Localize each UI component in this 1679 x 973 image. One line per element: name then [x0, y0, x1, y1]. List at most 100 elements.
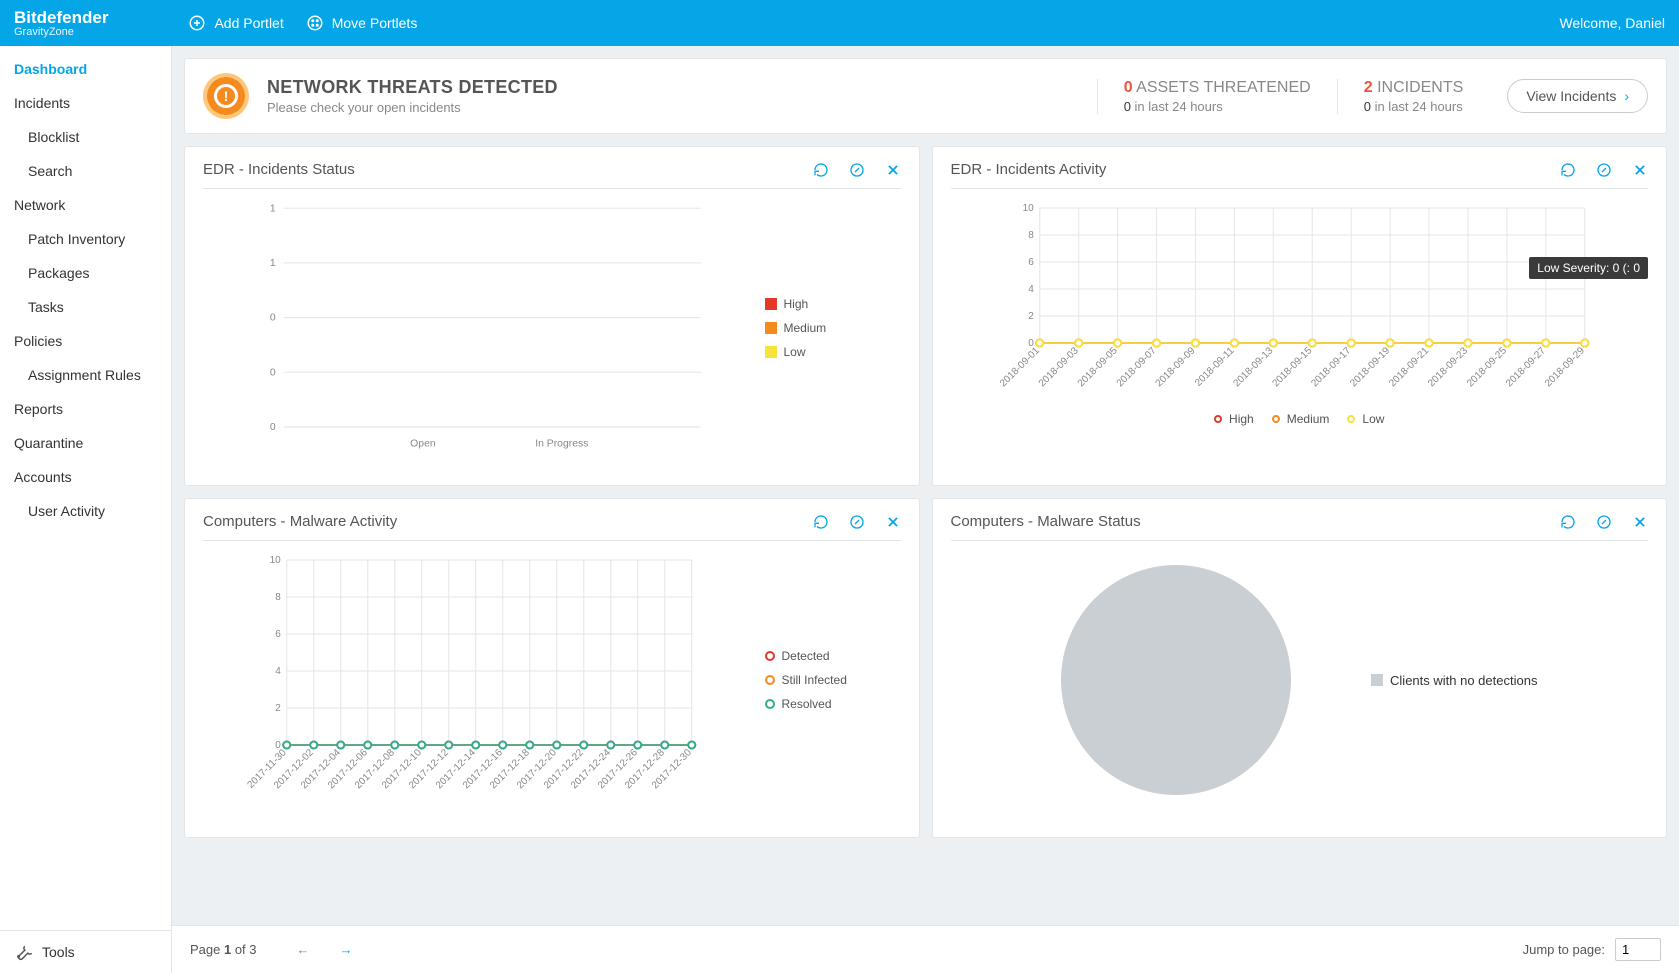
sidebar-item-patch-inventory[interactable]: Patch Inventory	[0, 222, 171, 256]
sidebar-item-packages[interactable]: Packages	[0, 256, 171, 290]
svg-text:2018-09-11: 2018-09-11	[1193, 345, 1237, 389]
legend-item: Medium	[765, 321, 901, 335]
legend-swatch	[765, 346, 777, 358]
welcome-text[interactable]: Welcome, Daniel	[1559, 15, 1665, 31]
svg-text:6: 6	[1028, 257, 1034, 268]
sidebar-item-tasks[interactable]: Tasks	[0, 290, 171, 324]
close-icon	[886, 515, 900, 529]
close-button[interactable]	[1632, 514, 1648, 530]
close-button[interactable]	[885, 162, 901, 178]
jump-input[interactable]	[1615, 938, 1661, 961]
legend-item: High	[765, 297, 901, 311]
svg-text:2018-09-25: 2018-09-25	[1465, 345, 1509, 389]
legend-swatch	[1347, 415, 1355, 423]
legend-label: Resolved	[782, 697, 832, 711]
legend-item: Medium	[1272, 412, 1330, 426]
close-button[interactable]	[885, 514, 901, 530]
edit-button[interactable]	[1596, 162, 1612, 178]
svg-text:2: 2	[275, 703, 281, 714]
jump-label: Jump to page:	[1523, 942, 1605, 957]
alert-icon: !	[203, 73, 249, 119]
sidebar-item-policies[interactable]: Policies	[0, 324, 171, 358]
footer: Page 1 of 3 ← → Jump to page:	[172, 925, 1679, 973]
refresh-icon	[1560, 514, 1576, 530]
pager: ← →	[297, 942, 353, 957]
edr-activity-chart: 02468102018-09-012018-09-032018-09-05201…	[951, 203, 1649, 403]
portlet-title: Computers - Malware Status	[951, 513, 1141, 530]
close-icon	[1633, 163, 1647, 177]
pie-legend: Clients with no detections	[1371, 673, 1537, 688]
legend-item: Low	[1347, 412, 1384, 426]
portlet-title: EDR - Incidents Status	[203, 161, 355, 178]
portlet-edr-activity: EDR - Incidents Activity Low Severity: 0…	[932, 146, 1668, 486]
severity-legend-horizontal: High Medium Low	[951, 412, 1649, 426]
svg-text:2018-09-17: 2018-09-17	[1309, 345, 1353, 389]
legend-label: Medium	[1287, 412, 1330, 426]
portlet-malware-activity: Computers - Malware Activity 02468102017…	[184, 498, 920, 838]
chevron-right-icon: ›	[1624, 88, 1629, 104]
sidebar-item-quarantine[interactable]: Quarantine	[0, 426, 171, 460]
nav: DashboardIncidentsBlocklistSearchNetwork…	[0, 46, 171, 930]
legend-item: High	[1214, 412, 1254, 426]
sidebar-item-accounts[interactable]: Accounts	[0, 460, 171, 494]
move-portlets-label: Move Portlets	[332, 15, 418, 31]
stat-assets: 0 ASSETS THREATENED 0 in last 24 hours	[1097, 79, 1337, 114]
banner-text: NETWORK THREATS DETECTED Please check yo…	[267, 77, 558, 115]
refresh-button[interactable]	[1560, 514, 1576, 530]
view-incidents-button[interactable]: View Incidents ›	[1507, 79, 1648, 113]
portlet-title: Computers - Malware Activity	[203, 513, 397, 530]
svg-text:2018-09-23: 2018-09-23	[1426, 345, 1470, 389]
sidebar-item-search[interactable]: Search	[0, 154, 171, 188]
add-portlet-label: Add Portlet	[214, 15, 283, 31]
refresh-icon	[1560, 162, 1576, 178]
sidebar-item-user-activity[interactable]: User Activity	[0, 494, 171, 528]
legend-swatch	[765, 699, 775, 709]
sidebar-item-assignment-rules[interactable]: Assignment Rules	[0, 358, 171, 392]
refresh-button[interactable]	[813, 162, 829, 178]
sidebar-item-blocklist[interactable]: Blocklist	[0, 120, 171, 154]
banner-title: NETWORK THREATS DETECTED	[267, 77, 558, 98]
sidebar-item-network[interactable]: Network	[0, 188, 171, 222]
legend-label: Detected	[782, 649, 830, 663]
svg-text:2018-09-13: 2018-09-13	[1231, 345, 1275, 389]
stat-assets-num: 0	[1124, 79, 1133, 96]
sidebar-item-reports[interactable]: Reports	[0, 392, 171, 426]
brand-name: Bitdefender	[14, 9, 108, 26]
legend-swatch	[1371, 674, 1383, 686]
svg-text:10: 10	[270, 555, 282, 566]
close-button[interactable]	[1632, 162, 1648, 178]
edit-button[interactable]	[849, 162, 865, 178]
svg-text:2018-09-15: 2018-09-15	[1270, 345, 1314, 389]
banner-sub: Please check your open incidents	[267, 100, 558, 115]
edr-status-chart: 00011OpenIn Progress	[203, 203, 751, 453]
edit-button[interactable]	[1596, 514, 1612, 530]
next-page-button[interactable]: →	[340, 942, 353, 957]
add-portlet-button[interactable]: Add Portlet	[188, 14, 283, 32]
legend-label: High	[784, 297, 809, 311]
portlet-edr-status: EDR - Incidents Status 00011OpenIn Progr…	[184, 146, 920, 486]
severity-legend: HighMediumLow	[751, 203, 901, 453]
edit-button[interactable]	[849, 514, 865, 530]
legend-item: Resolved	[765, 697, 901, 711]
svg-text:1: 1	[270, 258, 276, 269]
tools-button[interactable]: Tools	[0, 930, 171, 973]
chart-tooltip: Low Severity: 0 (: 0	[1529, 257, 1648, 279]
legend-swatch	[1214, 415, 1222, 423]
stat-assets-bnum: 0	[1124, 99, 1131, 114]
page-indicator: Page 1 of 3	[190, 942, 257, 957]
svg-text:2018-09-29: 2018-09-29	[1542, 345, 1586, 389]
legend-swatch	[765, 298, 777, 310]
svg-text:1: 1	[270, 203, 276, 214]
svg-text:2018-09-09: 2018-09-09	[1153, 345, 1197, 389]
prev-page-button[interactable]: ←	[297, 942, 310, 957]
move-portlets-button[interactable]: Move Portlets	[306, 14, 418, 32]
sidebar-item-incidents[interactable]: Incidents	[0, 86, 171, 120]
svg-text:0: 0	[270, 313, 276, 324]
view-incidents-label: View Incidents	[1526, 88, 1616, 104]
top-actions: Add Portlet Move Portlets	[188, 14, 417, 32]
sidebar-item-dashboard[interactable]: Dashboard	[0, 52, 171, 86]
refresh-button[interactable]	[1560, 162, 1576, 178]
refresh-button[interactable]	[813, 514, 829, 530]
svg-text:0: 0	[270, 367, 276, 378]
legend-swatch	[765, 322, 777, 334]
